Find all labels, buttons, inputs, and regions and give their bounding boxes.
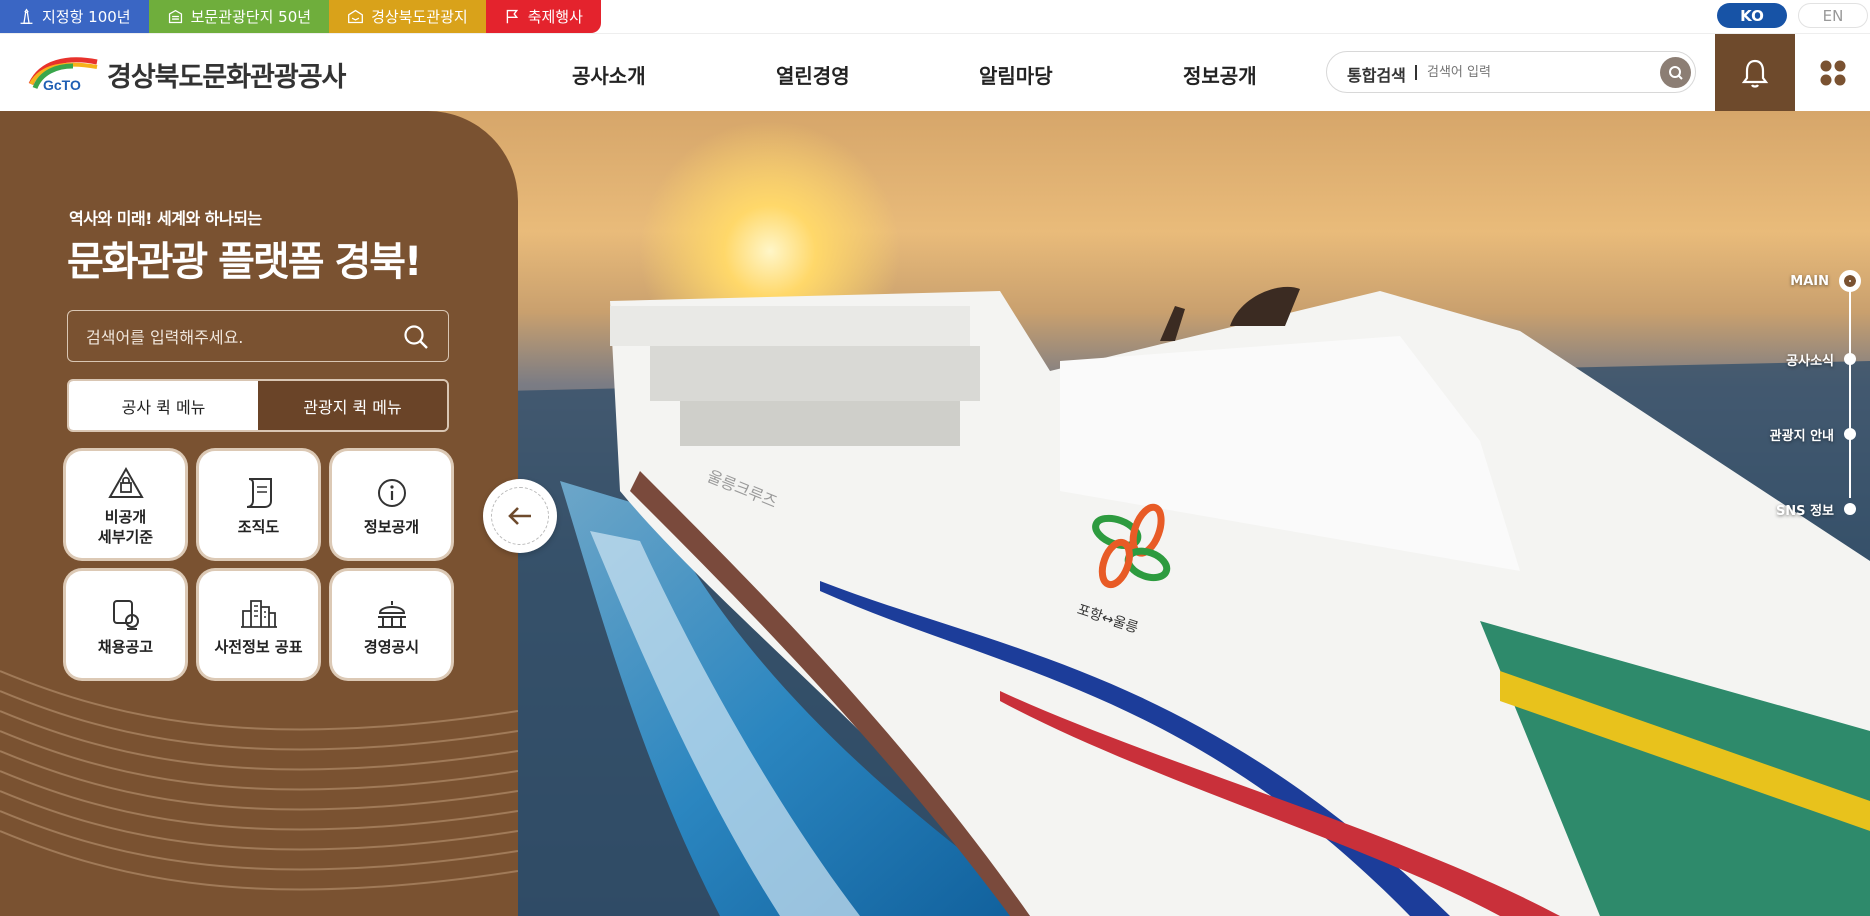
recruit-icon [112, 599, 139, 630]
section-nav-label: 관광지 안내 [1769, 428, 1834, 444]
document-scroll-icon [246, 477, 272, 508]
quick-menu-label: 비공개 세부기준 [97, 507, 154, 546]
quick-menu-label: 정보공개 [363, 517, 420, 536]
hero-subtitle: 역사와 미래! 세계와 하나되는 [69, 209, 262, 228]
sitemap-button[interactable] [1795, 34, 1870, 112]
top-tab-port-100[interactable]: 지정항 100년 [0, 0, 149, 33]
svg-text:GcTO: GcTO [43, 77, 81, 93]
section-nav: MAIN 공사소식 관광지 안내 SNS 정보 [1770, 270, 1870, 531]
flag-icon [506, 9, 518, 24]
section-nav-label: 공사소식 [1786, 353, 1834, 369]
info-icon [377, 478, 406, 507]
top-tab-label: 축제행사 [527, 8, 583, 26]
quick-menu-label: 경영공시 [363, 637, 420, 656]
site-logo[interactable]: GcTO 경상북도문화관광공사 [27, 52, 346, 96]
section-nav-label: MAIN [1790, 273, 1829, 289]
quick-menu-management-disclosure[interactable]: 경영공시 [332, 571, 451, 678]
page: 지정항 100년 보문관광단지 50년 경상북도관광지 축제행사 KO EN G… [0, 0, 1870, 916]
quick-menu-label: 조직도 [237, 517, 280, 536]
search-icon[interactable] [402, 323, 430, 351]
nav-item-disclosure[interactable]: 정보공개 [1183, 60, 1257, 89]
site-name: 경상북도문화관광공사 [107, 61, 346, 93]
lang-en-button[interactable]: EN [1798, 3, 1868, 28]
slide-prev-button[interactable] [483, 479, 557, 553]
notification-button[interactable] [1715, 34, 1795, 112]
top-tab-label: 지정항 100년 [42, 8, 131, 26]
section-nav-sns[interactable]: SNS 정보 [1776, 499, 1870, 519]
hero-left-panel: 역사와 미래! 세계와 하나되는 문화관광 플랫폼 경북! 공사 퀵 메뉴 관광… [0, 111, 518, 916]
header: GcTO 경상북도문화관광공사 공사소개 열린경영 알림마당 정보공개 통합검색 [0, 33, 1870, 112]
arrow-left-icon [508, 507, 531, 525]
section-nav-main[interactable]: MAIN [1790, 270, 1870, 292]
top-link-bar: 지정항 100년 보문관광단지 50년 경상북도관광지 축제행사 KO EN [0, 0, 1870, 33]
header-search-input[interactable] [1427, 59, 1647, 85]
section-nav-news[interactable]: 공사소식 [1786, 349, 1870, 369]
bell-icon [1741, 59, 1769, 88]
section-nav-dot [1839, 270, 1861, 292]
top-tab-gb-tourism[interactable]: 경상북도관광지 [329, 0, 486, 33]
tab-tourism-quick-menu[interactable]: 관광지 퀵 메뉴 [258, 381, 447, 430]
section-nav-dot [1844, 428, 1856, 440]
search-icon [1668, 65, 1683, 80]
slide-prev-ring [491, 487, 549, 545]
header-search: 통합검색 [1326, 51, 1696, 93]
nav-item-open-management[interactable]: 열린경영 [776, 60, 850, 89]
building-icon [168, 9, 182, 24]
lighthouse-icon [20, 8, 33, 24]
map-tag-icon [348, 9, 364, 24]
section-nav-tourism[interactable]: 관광지 안내 [1770, 424, 1870, 444]
quick-menu-org-chart[interactable]: 조직도 [199, 451, 318, 558]
top-tab-label: 경상북도관광지 [371, 8, 468, 26]
quick-menu-pre-publication[interactable]: 사전정보 공표 [199, 571, 318, 678]
section-nav-dot [1844, 503, 1856, 515]
lang-ko-button[interactable]: KO [1717, 3, 1787, 28]
quick-menu-nondisclosure[interactable]: 비공개 세부기준 [66, 451, 185, 558]
section-nav-line [1849, 283, 1851, 498]
hero-search-input[interactable] [86, 323, 386, 351]
quick-menu-label: 사전정보 공표 [214, 637, 303, 656]
search-label: 통합검색 [1347, 66, 1406, 85]
hero-title: 문화관광 플랫폼 경북! [67, 239, 422, 285]
nav-item-notice[interactable]: 알림마당 [979, 60, 1053, 89]
lock-house-icon [107, 466, 144, 498]
hero-search [67, 310, 449, 362]
quick-menu-tabs: 공사 퀵 메뉴 관광지 퀵 메뉴 [67, 379, 449, 432]
city-buildings-icon [240, 599, 277, 628]
tab-corp-quick-menu[interactable]: 공사 퀵 메뉴 [69, 381, 258, 430]
quick-menu-label: 채용공고 [97, 637, 154, 656]
grid-menu-icon [1820, 60, 1845, 86]
search-divider [1415, 65, 1417, 80]
header-search-button[interactable] [1660, 57, 1691, 88]
top-tab-bomun-50[interactable]: 보문관광단지 50년 [148, 0, 330, 33]
hero-section: 포항↔울릉 울릉크루즈 역사와 미래! 세계와 하나되는 문화관광 플랫폼 경북… [0, 111, 1870, 916]
top-tab-label: 보문관광단지 50년 [190, 8, 312, 26]
top-link-tabs: 지정항 100년 보문관광단지 50년 경상북도관광지 축제행사 [0, 0, 601, 33]
quick-menu-info-disclosure[interactable]: 정보공개 [332, 451, 451, 558]
quick-menu-recruitment[interactable]: 채용공고 [66, 571, 185, 678]
section-nav-label: SNS 정보 [1775, 503, 1834, 519]
nav-item-about[interactable]: 공사소개 [572, 60, 646, 89]
top-tab-festival[interactable]: 축제행사 [485, 0, 601, 33]
gcto-logo-icon: GcTO [27, 54, 99, 94]
government-building-icon [377, 600, 406, 628]
section-nav-dot [1844, 353, 1856, 365]
